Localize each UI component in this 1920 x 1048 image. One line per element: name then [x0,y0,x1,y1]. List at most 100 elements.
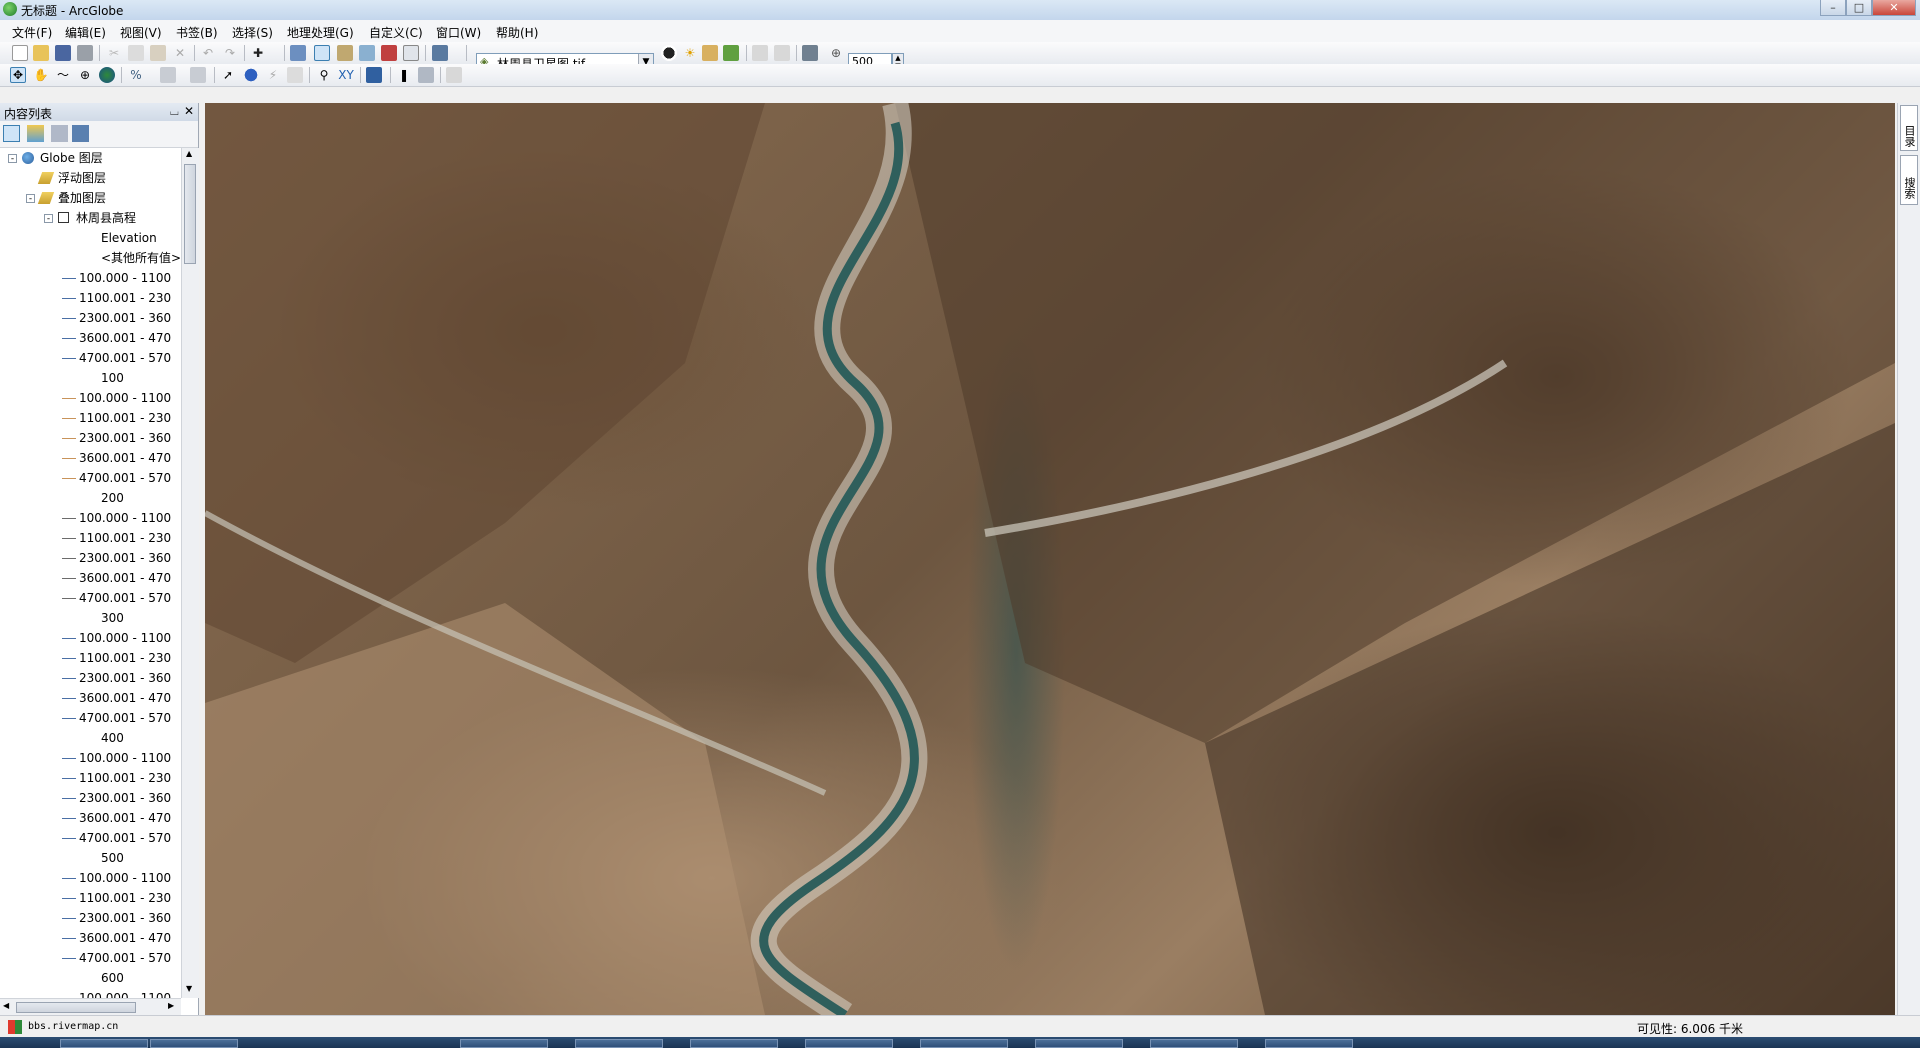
toc-row[interactable]: 4700.001 - 570 [0,468,180,488]
minimize-button[interactable]: – [1820,0,1846,16]
toc-row[interactable]: 600 [0,968,180,988]
list-by-source-icon[interactable] [51,125,68,142]
toc-row[interactable]: 500 [0,848,180,868]
pan-hand-icon[interactable]: ✋ [33,67,49,83]
menu-windows[interactable]: 窗口(W) [436,24,481,41]
toc-row[interactable]: 100.000 - 1100 [0,388,180,408]
copy-icon[interactable] [128,45,144,61]
cut-icon[interactable]: ✂ [106,45,122,61]
toc-row[interactable]: 3600.001 - 470 [0,688,180,708]
toc-row[interactable]: 100 [0,368,180,388]
delete-icon[interactable]: ✕ [172,45,188,61]
identify-icon[interactable] [243,67,259,83]
contrast-icon[interactable] [661,45,677,61]
menu-help[interactable]: 帮助(H) [496,24,538,41]
toc-row[interactable]: 1100.001 - 230 [0,768,180,788]
target-icon[interactable] [418,67,434,83]
flicker-icon[interactable] [752,45,768,61]
taskbar-item[interactable] [150,1039,238,1048]
taskbar-item[interactable] [460,1039,548,1048]
toc-row[interactable]: 3600.001 - 470 [0,448,180,468]
search-tab[interactable]: 搜索 [1900,155,1918,205]
toc-row[interactable]: 100.000 - 1100 [0,508,180,528]
toc-row[interactable]: 2300.001 - 360 [0,548,180,568]
scroll-thumb[interactable] [184,164,196,264]
toc-row[interactable]: 4700.001 - 570 [0,708,180,728]
toc-row[interactable]: 3600.001 - 470 [0,328,180,348]
next-extent-icon[interactable] [190,67,206,83]
full-globe-icon[interactable] [99,67,115,83]
swipe-layer-icon[interactable] [702,45,718,61]
menu-view[interactable]: 视图(V) [120,24,162,41]
hyperlink-icon[interactable]: ⚡ [265,67,281,83]
options-icon[interactable] [72,125,89,142]
toc-row[interactable]: 4700.001 - 570 [0,828,180,848]
toc-row[interactable]: Elevation [0,228,180,248]
toc-row[interactable]: 3600.001 - 470 [0,928,180,948]
toc-row[interactable]: 100.000 - 1100 [0,628,180,648]
navigate-icon[interactable]: ✥ [10,67,26,83]
transparency-icon[interactable] [774,45,790,61]
scroll-down-icon[interactable]: ▼ [186,984,192,993]
previous-extent-icon[interactable] [160,67,176,83]
toc-row[interactable]: 1100.001 - 230 [0,288,180,308]
menu-geoprocessing[interactable]: 地理处理(G) [287,24,354,41]
full-screen-icon[interactable] [802,45,818,61]
globe-3d-view[interactable] [205,103,1895,1015]
model-builder-icon[interactable] [432,45,448,61]
print-icon[interactable] [77,45,93,61]
toc-row[interactable]: 2300.001 - 360 [0,308,180,328]
menu-customize[interactable]: 自定义(C) [369,24,423,41]
new-document-icon[interactable] [12,45,28,61]
checkbox-icon[interactable] [58,212,69,223]
toc-row[interactable]: 3600.001 - 470 [0,568,180,588]
measure-icon[interactable] [366,67,382,83]
taskbar-item[interactable] [1035,1039,1123,1048]
toc-row[interactable]: 1100.001 - 230 [0,648,180,668]
toc-row[interactable]: 100.000 - 1100 [0,748,180,768]
zoom-percent-icon[interactable]: % [128,67,144,83]
paste-icon[interactable] [150,45,166,61]
toc-row[interactable]: 2300.001 - 360 [0,788,180,808]
taskbar-item[interactable] [1150,1039,1238,1048]
list-by-drawing-order-icon[interactable] [3,125,20,142]
menu-bookmarks[interactable]: 书签(B) [176,24,218,41]
select-elements-icon[interactable]: ➚ [220,67,236,83]
animation-icon[interactable] [446,67,462,83]
taskbar-item[interactable] [805,1039,893,1048]
toc-close-icon[interactable]: ✕ [184,104,194,118]
toc-row[interactable]: 2300.001 - 360 [0,908,180,928]
toc-horizontal-scrollbar[interactable]: ◀ ▶ [0,998,181,1016]
toc-row[interactable]: 1100.001 - 230 [0,888,180,908]
scroll-thumb-horizontal[interactable] [16,1002,136,1013]
menu-edit[interactable]: 编辑(E) [65,24,106,41]
save-icon[interactable] [55,45,71,61]
list-by-type-icon[interactable] [27,125,44,142]
undo-icon[interactable]: ↶ [200,45,216,61]
center-target-icon[interactable]: ⊕ [77,67,93,83]
toc-row[interactable]: 100.000 - 1100 [0,988,180,998]
toc-row[interactable]: - 林周县高程 [0,208,180,228]
arcglobe-app-icon[interactable] [3,2,17,16]
toc-row[interactable]: 4700.001 - 570 [0,948,180,968]
full-extent-icon[interactable] [290,45,306,61]
toc-row[interactable]: 2300.001 - 360 [0,428,180,448]
toc-row[interactable]: 3600.001 - 470 [0,808,180,828]
go-to-xy-icon[interactable]: XY [338,67,354,83]
add-data-icon[interactable]: ✚ [250,45,266,61]
menu-selection[interactable]: 选择(S) [232,24,273,41]
taskbar-item[interactable] [1265,1039,1353,1048]
brightness-icon[interactable]: ☀ [682,45,698,61]
pin-icon[interactable]: ⌴ [170,105,179,119]
toc-row[interactable]: - 叠加图层 [0,188,180,208]
open-folder-icon[interactable] [33,45,49,61]
search-window-icon[interactable] [359,45,375,61]
toc-row[interactable]: 200 [0,488,180,508]
python-window-icon[interactable] [403,45,419,61]
maximize-button[interactable]: □ [1846,0,1872,16]
taskbar-item[interactable] [690,1039,778,1048]
toc-row[interactable]: 400 [0,728,180,748]
toc-row[interactable]: <其他所有值> [0,248,180,268]
catalog-tab[interactable]: 目录 [1900,105,1918,151]
fly-icon[interactable]: 〜 [55,67,71,83]
